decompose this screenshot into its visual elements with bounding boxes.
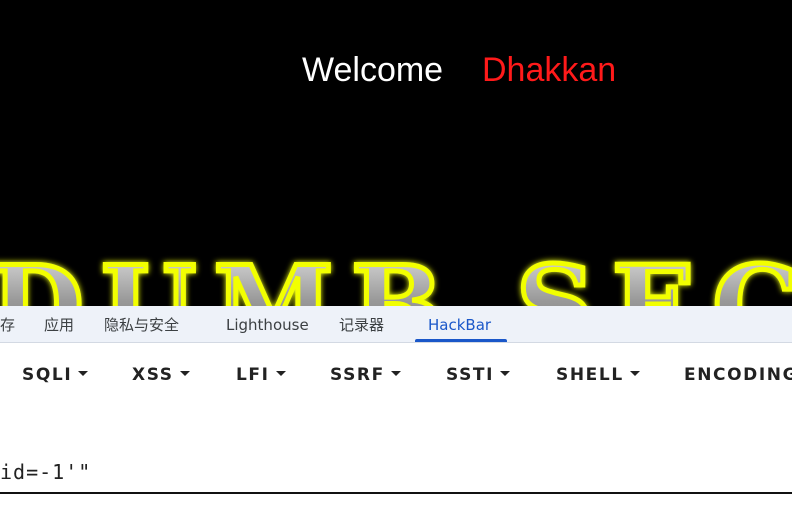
tab-hackbar[interactable]: HackBar — [428, 306, 491, 342]
menu-ssrf-label: SSRF — [330, 365, 385, 385]
menu-xss[interactable]: XSS — [132, 363, 190, 387]
hackbar-menu: SQLI XSS LFI SSRF SSTI SHELL ENCODING — [0, 343, 792, 407]
url-input[interactable]: id=-1'" — [0, 446, 792, 494]
menu-ssti[interactable]: SSTI — [446, 363, 511, 387]
web-page: Welcome Dhakkan DUMB SEC — [0, 0, 792, 306]
devtools-panel: 存 应用 隐私与安全 Lighthouse 记录器 HackBar SQLI X… — [0, 306, 792, 506]
menu-ssti-label: SSTI — [446, 365, 495, 385]
caret-down-icon — [390, 370, 401, 376]
caret-down-icon — [275, 370, 286, 376]
menu-sqli[interactable]: SQLI — [22, 363, 89, 387]
menu-encoding[interactable]: ENCODING — [684, 363, 792, 387]
banner-image: DUMB SEC — [0, 247, 792, 306]
menu-encoding-label: ENCODING — [684, 365, 792, 385]
menu-lfi[interactable]: LFI — [236, 363, 286, 387]
menu-shell-label: SHELL — [556, 365, 624, 385]
banner-text: DUMB SEC — [0, 247, 792, 306]
menu-lfi-label: LFI — [236, 365, 270, 385]
tab-storage[interactable]: 存 — [0, 306, 15, 342]
caret-down-icon — [78, 370, 89, 376]
caret-down-icon — [629, 370, 640, 376]
menu-xss-label: XSS — [132, 365, 174, 385]
active-tab-indicator — [415, 339, 507, 342]
menu-sqli-label: SQLI — [22, 365, 73, 385]
welcome-label: Welcome — [302, 51, 444, 89]
user-name: Dhakkan — [482, 51, 617, 89]
tab-application[interactable]: 应用 — [44, 306, 74, 342]
caret-down-icon — [500, 370, 511, 376]
tab-privacy-security[interactable]: 隐私与安全 — [104, 306, 179, 342]
menu-ssrf[interactable]: SSRF — [330, 363, 401, 387]
devtools-tabbar: 存 应用 隐私与安全 Lighthouse 记录器 HackBar — [0, 306, 792, 343]
tab-lighthouse[interactable]: Lighthouse — [226, 306, 309, 342]
tab-recorder[interactable]: 记录器 — [339, 306, 384, 342]
url-input-value: id=-1'" — [0, 460, 92, 484]
caret-down-icon — [179, 370, 190, 376]
menu-shell[interactable]: SHELL — [556, 363, 640, 387]
